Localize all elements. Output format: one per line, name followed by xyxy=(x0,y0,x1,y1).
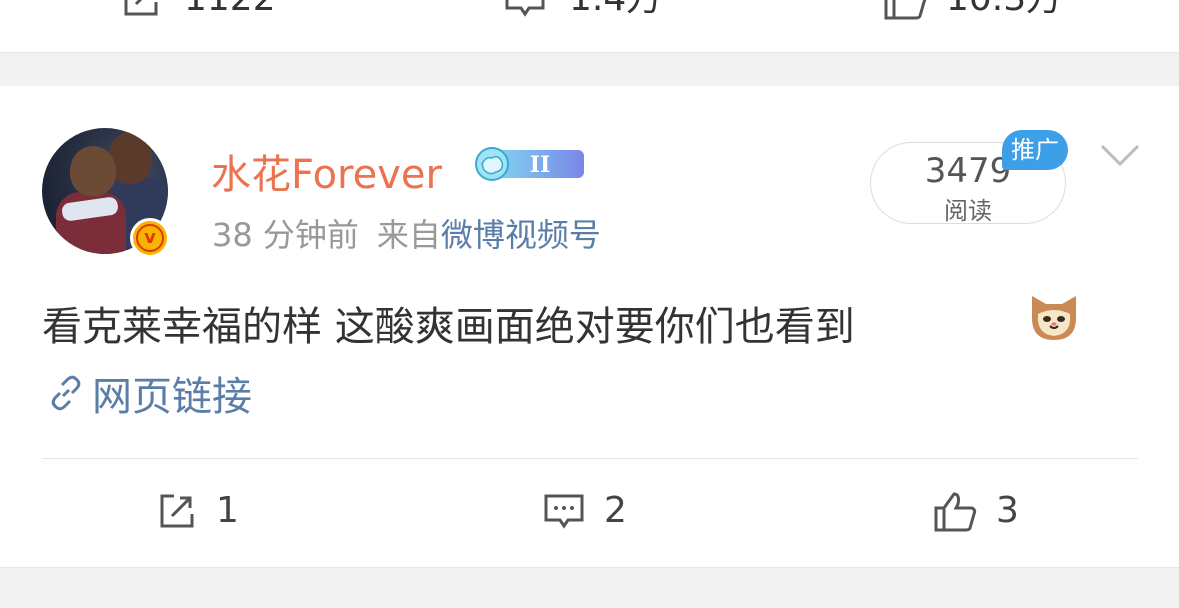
prev-comment-count: 1.4万 xyxy=(569,0,662,17)
repost-count: 1 xyxy=(216,490,239,531)
like-count: 3 xyxy=(996,490,1019,531)
weibo-post-card[interactable]: v 水花Forever II 38 分钟前 来自微博视频号 3479 阅读 推广 … xyxy=(0,86,1179,567)
prev-like-button[interactable]: 10.3万 xyxy=(882,0,1062,20)
cat-face-emoji xyxy=(1032,296,1076,340)
brain-level-II-icon[interactable]: II xyxy=(470,146,588,182)
post-meta: 38 分钟前 来自微博视频号 xyxy=(212,210,601,256)
web-link-label: 网页链接 xyxy=(92,374,252,420)
prev-comment-button[interactable]: 1.4万 xyxy=(503,0,662,20)
comment-count: 2 xyxy=(604,490,627,531)
comment-bubble-icon xyxy=(505,0,545,17)
svg-text:II: II xyxy=(530,152,551,178)
verified-v-icon: v xyxy=(130,218,170,258)
post-time: 38 分钟前 xyxy=(212,216,359,254)
prev-repost-count: 1122 xyxy=(184,0,276,17)
post-text: 看克莱幸福的样 这酸爽画面绝对要你们也看到 xyxy=(42,304,855,350)
post-source-link[interactable]: 微博视频号 xyxy=(441,216,601,254)
promo-badge: 推广 xyxy=(1002,130,1068,170)
repost-button[interactable]: 1 xyxy=(156,490,239,532)
share-box-icon xyxy=(160,494,194,528)
prev-like-count: 10.3万 xyxy=(946,0,1062,17)
thumbs-up-icon xyxy=(884,0,927,20)
source-prefix: 来自 xyxy=(376,216,441,254)
username[interactable]: 水花Forever xyxy=(211,142,442,200)
divider xyxy=(42,458,1138,459)
thumbs-up-icon xyxy=(934,492,977,532)
share-box-icon xyxy=(124,0,158,16)
prev-repost-button[interactable]: 1122 xyxy=(120,0,276,20)
web-link[interactable]: 网页链接 xyxy=(46,364,252,422)
chevron-down-icon[interactable] xyxy=(1098,142,1142,168)
comment-bubble-icon xyxy=(544,494,584,529)
read-label: 阅读 xyxy=(944,197,992,225)
comment-button[interactable]: 2 xyxy=(542,490,627,532)
feed-separator-bottom xyxy=(0,567,1179,608)
chain-link-icon xyxy=(51,375,81,411)
feed-separator xyxy=(0,52,1179,87)
prev-post-action-bar: 1122 1.4万 10.3万 xyxy=(0,0,1179,52)
like-button[interactable]: 3 xyxy=(932,490,1019,532)
